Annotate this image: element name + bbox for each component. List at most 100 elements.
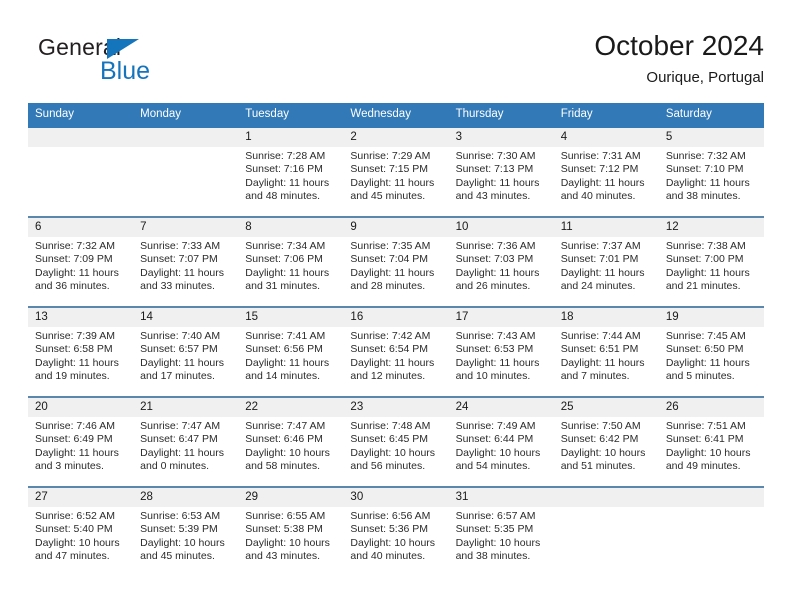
day-cell[interactable]: 18 Sunrise: 7:44 AM Sunset: 6:51 PM Dayligh… xyxy=(553,307,659,396)
sunset-text: Sunset: 5:35 PM xyxy=(455,523,534,536)
day-cell[interactable]: 22 Sunrise: 7:47 AM Sunset: 6:46 PM Dayligh… xyxy=(238,397,344,486)
calendar-week-row: 1 Sunrise: 7:28 AM Sunset: 7:16 PM Daylight… xyxy=(28,127,764,216)
weekday-header-sunday: Sunday xyxy=(35,108,75,120)
daylight-text: Daylight: 11 hours and 36 minutes. xyxy=(35,266,119,293)
day-cell[interactable]: 25 Sunrise: 7:50 AM Sunset: 6:42 PM Dayligh… xyxy=(553,397,659,486)
sunrise-text: Sunrise: 7:34 AM xyxy=(245,239,326,252)
sunset-text: Sunset: 7:13 PM xyxy=(455,163,534,176)
day-cell[interactable]: 14 Sunrise: 7:40 AM Sunset: 6:57 PM Dayligh… xyxy=(133,307,239,396)
daylight-text: Daylight: 10 hours and 38 minutes. xyxy=(455,536,541,563)
sunset-text: Sunset: 7:16 PM xyxy=(245,163,323,176)
sunrise-text: Sunrise: 7:43 AM xyxy=(455,329,536,342)
sunset-text: Sunset: 7:00 PM xyxy=(665,253,744,266)
day-cell[interactable]: 1 Sunrise: 7:28 AM Sunset: 7:16 PM Daylight… xyxy=(238,127,344,216)
weekday-header-friday: Friday xyxy=(560,108,593,120)
day-cell[interactable]: 20 Sunrise: 7:46 AM Sunset: 6:49 PM Dayligh… xyxy=(28,397,134,486)
day-cell[interactable]: 29 Sunrise: 6:55 AM Sunset: 5:38 PM Dayligh… xyxy=(238,487,344,576)
sunset-text: Sunset: 6:56 PM xyxy=(245,343,323,356)
day-cell[interactable]: 27 Sunrise: 6:52 AM Sunset: 5:40 PM Dayligh… xyxy=(28,487,134,576)
day-cell[interactable]: 6 Sunrise: 7:32 AM Sunset: 7:09 PM Daylight… xyxy=(28,217,134,306)
daylight-text: Daylight: 11 hours and 45 minutes. xyxy=(350,176,435,203)
day-cell[interactable]: 10 Sunrise: 7:36 AM Sunset: 7:03 PM Dayligh… xyxy=(448,217,554,306)
daylight-text: Daylight: 11 hours and 10 minutes. xyxy=(455,356,540,383)
daylight-text: Daylight: 10 hours and 47 minutes. xyxy=(35,536,120,563)
day-cell[interactable]: 26 Sunrise: 7:51 AM Sunset: 6:41 PM Dayligh… xyxy=(658,397,764,486)
daylight-text: Daylight: 11 hours and 3 minutes. xyxy=(35,446,119,473)
day-number: 23 xyxy=(343,397,449,417)
day-details: Sunrise: 6:56 AM Sunset: 5:36 PM Daylight:… xyxy=(343,507,448,564)
day-cell[interactable]: 19 Sunrise: 7:45 AM Sunset: 6:50 PM Dayligh… xyxy=(658,307,764,396)
sunset-text: Sunset: 6:41 PM xyxy=(665,433,744,446)
day-details: Sunrise: 7:29 AM Sunset: 7:15 PM Daylight:… xyxy=(343,147,448,204)
day-cell[interactable]: 23 Sunrise: 7:48 AM Sunset: 6:45 PM Dayligh… xyxy=(343,397,449,486)
day-details: Sunrise: 7:45 AM Sunset: 6:50 PM Daylight:… xyxy=(659,327,764,384)
sunrise-text: Sunrise: 7:28 AM xyxy=(245,149,326,162)
day-number: 4 xyxy=(553,127,659,147)
daylight-text: Daylight: 11 hours and 40 minutes. xyxy=(560,176,645,203)
sunset-text: Sunset: 7:03 PM xyxy=(455,253,534,266)
sunrise-text: Sunrise: 7:36 AM xyxy=(455,239,536,252)
day-cell[interactable]: 12 Sunrise: 7:38 AM Sunset: 7:00 PM Dayligh… xyxy=(658,217,764,306)
daylight-text: Daylight: 11 hours and 5 minutes. xyxy=(665,356,750,383)
daylight-text: Daylight: 11 hours and 31 minutes. xyxy=(245,266,330,293)
weekday-header-wednesday: Wednesday xyxy=(350,108,411,120)
day-cell[interactable]: 8 Sunrise: 7:34 AM Sunset: 7:06 PM Daylight… xyxy=(238,217,344,306)
location-subtitle: Ourique, Portugal xyxy=(646,69,764,86)
day-number: 26 xyxy=(658,397,764,417)
daylight-text: Daylight: 11 hours and 7 minutes. xyxy=(560,356,645,383)
day-number: 1 xyxy=(238,127,344,147)
day-cell[interactable]: 2 Sunrise: 7:29 AM Sunset: 7:15 PM Daylight… xyxy=(343,127,449,216)
day-cell[interactable]: 28 Sunrise: 6:53 AM Sunset: 5:39 PM Dayligh… xyxy=(133,487,239,576)
sunset-text: Sunset: 6:53 PM xyxy=(455,343,534,356)
daylight-text: Daylight: 10 hours and 58 minutes. xyxy=(245,446,330,473)
day-cell[interactable]: 13 Sunrise: 7:39 AM Sunset: 6:58 PM Dayligh… xyxy=(28,307,134,396)
sunset-text: Sunset: 6:50 PM xyxy=(665,343,744,356)
day-cell[interactable]: 7 Sunrise: 7:33 AM Sunset: 7:07 PM Daylight… xyxy=(133,217,239,306)
day-number: 29 xyxy=(238,487,344,507)
sunrise-text: Sunrise: 7:47 AM xyxy=(140,419,221,432)
daylight-text: Daylight: 11 hours and 24 minutes. xyxy=(560,266,645,293)
page-header: General Blue October 2024 Ourique, Portu… xyxy=(28,28,764,94)
sunrise-text: Sunrise: 7:50 AM xyxy=(560,419,641,432)
day-number: 21 xyxy=(133,397,239,417)
sunset-text: Sunset: 6:57 PM xyxy=(140,343,218,356)
day-cell[interactable]: 3 Sunrise: 7:30 AM Sunset: 7:13 PM Daylight… xyxy=(448,127,554,216)
day-cell[interactable]: 17 Sunrise: 7:43 AM Sunset: 6:53 PM Dayligh… xyxy=(448,307,554,396)
calendar-weeks: 1 Sunrise: 7:28 AM Sunset: 7:16 PM Daylight… xyxy=(28,127,764,576)
day-cell[interactable]: 31 Sunrise: 6:57 AM Sunset: 5:35 PM Dayligh… xyxy=(448,487,554,576)
day-cell[interactable]: 11 Sunrise: 7:37 AM Sunset: 7:01 PM Dayligh… xyxy=(553,217,659,306)
day-cell[interactable]: 16 Sunrise: 7:42 AM Sunset: 6:54 PM Dayligh… xyxy=(343,307,449,396)
sunrise-text: Sunrise: 6:57 AM xyxy=(455,509,536,522)
day-number: 6 xyxy=(28,217,134,237)
day-details: Sunrise: 7:48 AM Sunset: 6:45 PM Daylight:… xyxy=(343,417,448,474)
day-cell[interactable]: 9 Sunrise: 7:35 AM Sunset: 7:04 PM Daylight… xyxy=(343,217,449,306)
day-details: Sunrise: 7:34 AM Sunset: 7:06 PM Daylight:… xyxy=(238,237,343,294)
sunset-text: Sunset: 7:10 PM xyxy=(665,163,744,176)
daylight-text: Daylight: 10 hours and 40 minutes. xyxy=(350,536,436,563)
daylight-text: Daylight: 11 hours and 26 minutes. xyxy=(455,266,540,293)
day-cell[interactable]: 30 Sunrise: 6:56 AM Sunset: 5:36 PM Dayligh… xyxy=(343,487,449,576)
brand-name-blue: Blue xyxy=(100,57,151,85)
day-number: 30 xyxy=(343,487,449,507)
day-cell[interactable]: 4 Sunrise: 7:31 AM Sunset: 7:12 PM Daylight… xyxy=(553,127,659,216)
day-number: 5 xyxy=(658,127,764,147)
daylight-text: Daylight: 11 hours and 14 minutes. xyxy=(245,356,330,383)
daylight-text: Daylight: 11 hours and 17 minutes. xyxy=(140,356,224,383)
day-details: Sunrise: 7:40 AM Sunset: 6:57 PM Daylight:… xyxy=(133,327,238,384)
sunrise-text: Sunrise: 7:44 AM xyxy=(560,329,641,342)
sunrise-text: Sunrise: 7:40 AM xyxy=(140,329,221,342)
day-number: 2 xyxy=(343,127,449,147)
day-cell[interactable]: 5 Sunrise: 7:32 AM Sunset: 7:10 PM Daylight… xyxy=(658,127,764,216)
day-details: Sunrise: 7:35 AM Sunset: 7:04 PM Daylight:… xyxy=(343,237,448,294)
day-number xyxy=(28,127,134,147)
day-cell[interactable]: 24 Sunrise: 7:49 AM Sunset: 6:44 PM Dayligh… xyxy=(448,397,554,486)
day-number: 3 xyxy=(448,127,554,147)
sunrise-text: Sunrise: 7:39 AM xyxy=(35,329,115,342)
daylight-text: Daylight: 10 hours and 43 minutes. xyxy=(245,536,330,563)
day-details: Sunrise: 7:49 AM Sunset: 6:44 PM Daylight:… xyxy=(449,417,554,474)
day-cell[interactable]: 21 Sunrise: 7:47 AM Sunset: 6:47 PM Dayligh… xyxy=(133,397,239,486)
brand-logo[interactable]: General Blue xyxy=(38,36,268,92)
sunset-text: Sunset: 6:46 PM xyxy=(245,433,323,446)
calendar-grid: Sunday Monday Tuesday Wednesday Thursday Frid… xyxy=(28,103,764,576)
day-cell[interactable]: 15 Sunrise: 7:41 AM Sunset: 6:56 PM Dayligh… xyxy=(238,307,344,396)
